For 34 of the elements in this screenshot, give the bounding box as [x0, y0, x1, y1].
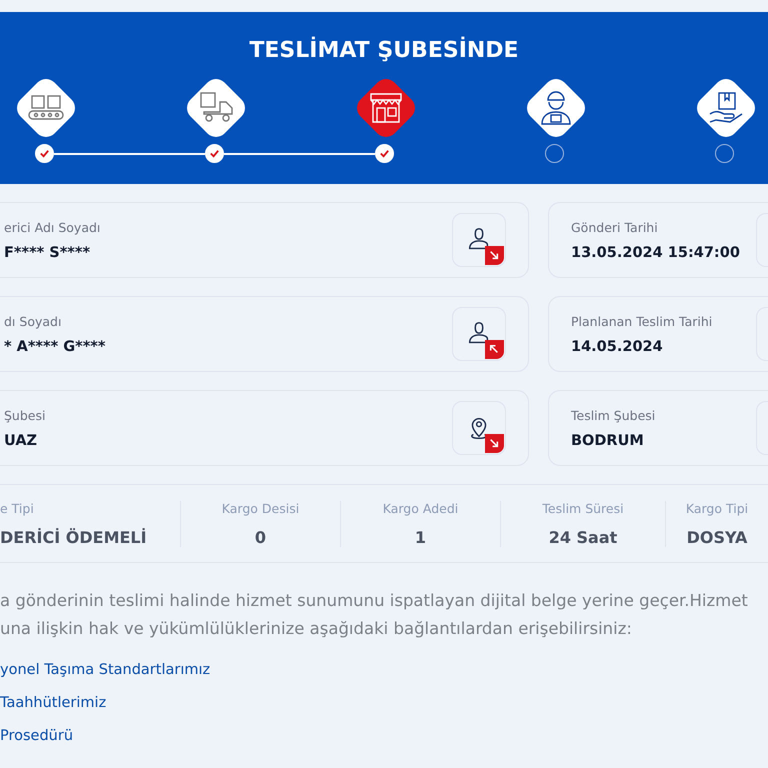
- field-value: * A**** G****: [4, 338, 106, 354]
- summary-value: DOSYA: [686, 528, 748, 546]
- check-icon: [39, 148, 50, 159]
- field-value: BODRUM: [571, 432, 645, 448]
- field-value: UAZ: [4, 432, 38, 448]
- policy-link[interactable]: Prosedürü: [0, 726, 74, 747]
- notice-text: una ilişkin hak ve yükümlülüklerinize aşağıdaki bağlantılardan erişebilirsiniz:: [0, 618, 633, 640]
- summary-value: DERİCİ ÖDEMELİ: [0, 528, 148, 546]
- field-value: 14.05.2024: [571, 338, 664, 354]
- check-icon: [209, 148, 220, 159]
- policy-link[interactable]: yonel Taşıma Standartlarımız: [0, 660, 210, 681]
- field-value: 13.05.2024 15:47:00: [571, 244, 740, 260]
- field-label: Teslim Şubesi: [571, 408, 656, 422]
- field-label: dı Soyadı: [4, 314, 62, 328]
- summary-label: Kargo Adedi: [382, 500, 460, 516]
- check-icon: [379, 148, 390, 159]
- arrow-up-left-icon: [485, 340, 504, 359]
- field-label: erici Adı Soyadı: [4, 220, 100, 234]
- policy-link[interactable]: Taahhütlerimiz: [0, 693, 106, 714]
- arrow-down-right-icon: [485, 434, 504, 453]
- summary-label: Kargo Desisi: [220, 500, 300, 516]
- summary-value: 0: [254, 528, 268, 546]
- field-label: Şubesi: [4, 408, 46, 422]
- summary-label: Teslim Süresi: [541, 500, 625, 516]
- summary-label: e Tipi: [0, 500, 35, 516]
- notice-text: a gönderinin teslimi halinde hizmet sunumunu ispatlayan dijital belge yerine geçer.Hizmet: [0, 590, 749, 612]
- field-value: F**** S****: [4, 244, 92, 260]
- summary-value: 1: [414, 528, 428, 546]
- field-label: Planlanan Teslim Tarihi: [571, 314, 712, 328]
- summary-label: Kargo Tipi: [684, 500, 750, 516]
- arrow-down-right-icon: [485, 246, 504, 265]
- field-label: Gönderi Tarihi: [571, 220, 659, 234]
- status-title: TESLİMAT ŞUBESİNDE: [249, 38, 519, 63]
- summary-value: 24 Saat: [548, 528, 618, 546]
